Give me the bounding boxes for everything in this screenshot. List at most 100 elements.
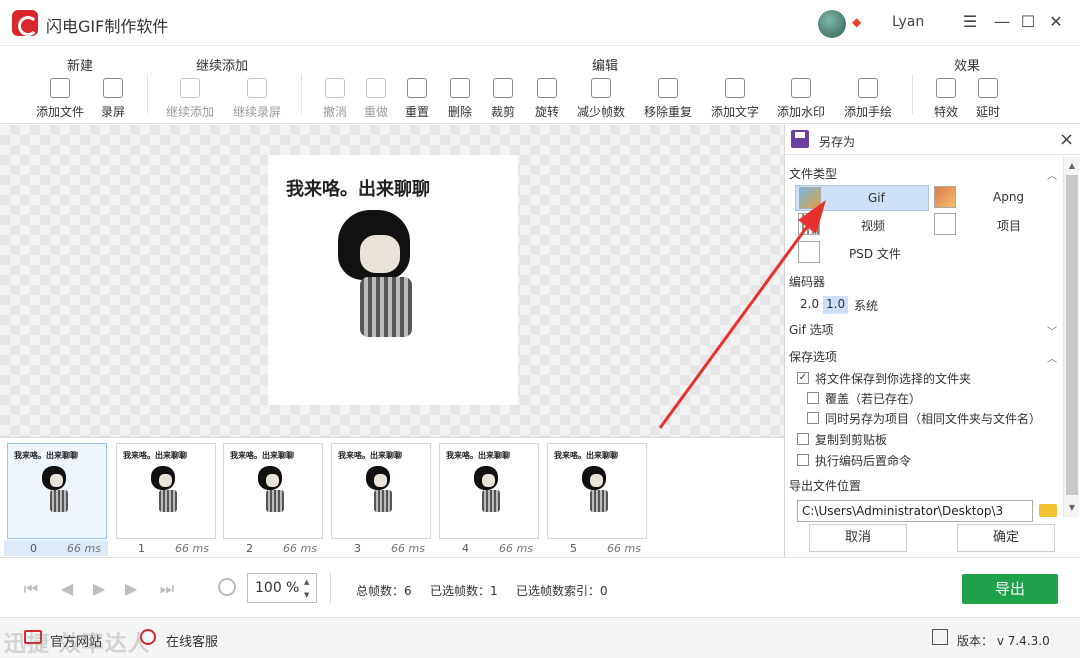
group-label-edit: 编辑 (592, 59, 619, 74)
file-type-apng[interactable]: Apng (931, 185, 1057, 211)
last-frame-icon[interactable]: ⏭ (158, 580, 176, 598)
frame-duration: 66 ms (175, 542, 209, 555)
zoom-down-icon[interactable]: ▼ (304, 591, 309, 599)
continue-record-button[interactable]: 继续录屏 (229, 76, 285, 120)
scroll-down-icon[interactable]: ▼ (1066, 501, 1078, 515)
frame-index: 4 (462, 542, 469, 555)
meme-figure-body (360, 277, 412, 337)
add-watermark-button[interactable]: 添加水印 (773, 76, 829, 120)
project-file-icon (934, 213, 956, 235)
zoom-icon (218, 578, 236, 596)
frame-thumbnail[interactable]: 我来咯。出来聊聊 (7, 443, 107, 539)
encoder-option-system[interactable]: 系统 (851, 296, 881, 314)
frame-duration: 66 ms (67, 542, 101, 555)
remove-duplicates-button[interactable]: 移除重复 (640, 76, 696, 120)
panel-scrollbar[interactable]: ▲ ▼ (1063, 157, 1079, 517)
save-as-project-checkbox[interactable] (807, 412, 819, 424)
record-button[interactable]: 录屏 (85, 76, 141, 120)
scroll-thumb[interactable] (1066, 175, 1078, 495)
frame-thumbnail[interactable]: 我来咯。出来聊聊 (116, 443, 216, 539)
frames-strip: 我来咯。出来聊聊 0 66 ms 我来咯。出来聊聊 1 66 ms 我来咯。出来… (0, 437, 784, 557)
text-icon (725, 78, 745, 98)
save-options-label: 保存选项 (789, 350, 838, 364)
post-command-checkbox[interactable] (797, 454, 809, 466)
overwrite-checkbox[interactable] (807, 392, 819, 404)
group-label-continue: 继续添加 (196, 59, 249, 74)
save-to-folder-label: 将文件保存到你选择的文件夹 (815, 372, 972, 386)
toolbar-divider (912, 74, 913, 114)
export-button[interactable]: 导出 (962, 574, 1058, 604)
selected-frames: 已选帧数：1 (430, 584, 498, 598)
preview-canvas[interactable]: 我来咯。出来聊聊 (0, 125, 784, 437)
frame-thumbnail[interactable]: 我来咯。出来聊聊 (331, 443, 431, 539)
group-label-new: 新建 (67, 59, 94, 74)
previous-frame-icon[interactable]: ◀ (58, 580, 76, 598)
support-link[interactable]: 在线客服 (166, 631, 218, 650)
status-bar: 官方网站 在线客服 迅捷 效率达人 版本： v 7.4.3.0 (0, 617, 1080, 658)
encoder-option-2[interactable]: 2.0 (797, 296, 822, 314)
add-drawing-button[interactable]: 添加手绘 (840, 76, 896, 120)
watermark-icon (791, 78, 811, 98)
meme-figure-face (360, 235, 400, 273)
save-to-folder-checkbox[interactable]: ✓ (797, 372, 809, 384)
film-icon (798, 213, 820, 235)
maximize-button[interactable]: ☐ (1018, 12, 1038, 32)
folder-icon[interactable] (1039, 504, 1057, 517)
playback-controls: ⏮ ◀ ▶ ▶ ⏭ 100 % ▲ ▼ 总帧数：6 已选帧数：1 已选帧数索引：… (0, 557, 1080, 617)
app-title: 闪电GIF制作软件 (46, 17, 169, 36)
title-bar: 闪电GIF制作软件 ◆ Lyan ☰ — ☐ ✕ (0, 0, 1080, 46)
avatar[interactable] (818, 10, 846, 38)
frame-thumbnail[interactable]: 我来咯。出来聊聊 (547, 443, 647, 539)
file-type-gif[interactable]: Gif (795, 185, 929, 211)
effects-icon (936, 78, 956, 98)
rotate-button[interactable]: 旋转 (519, 76, 575, 120)
confirm-button[interactable]: 确定 (957, 524, 1055, 552)
reduce-frames-button[interactable]: 减少帧数 (573, 76, 629, 120)
cancel-button[interactable]: 取消 (809, 524, 907, 552)
remove-duplicates-icon (658, 78, 678, 98)
continue-add-button[interactable]: 继续添加 (162, 76, 218, 120)
close-button[interactable]: ✕ (1046, 12, 1066, 32)
file-type-video[interactable]: 视频 (795, 212, 929, 238)
play-icon[interactable]: ▶ (90, 580, 108, 598)
copy-clipboard-checkbox[interactable] (797, 433, 809, 445)
frame-thumbnail[interactable]: 我来咯。出来聊聊 (439, 443, 539, 539)
record-icon (103, 78, 123, 98)
file-type-psd[interactable]: PSD 文件 (795, 240, 929, 266)
group-label-effects: 效果 (954, 59, 981, 74)
vip-gem-icon: ◆ (852, 15, 862, 29)
chevron-up-icon[interactable]: ︿ (1047, 167, 1057, 182)
update-icon[interactable] (932, 629, 948, 645)
controls-divider (330, 572, 331, 604)
zoom-up-icon[interactable]: ▲ (304, 578, 309, 586)
encoder-label: 编码器 (789, 275, 826, 289)
menu-button[interactable]: ☰ (960, 12, 980, 32)
add-file-button[interactable]: 添加文件 (32, 76, 88, 120)
panel-close-icon[interactable]: × (1059, 129, 1074, 150)
frame-index: 1 (138, 542, 145, 555)
encoder-option-1[interactable]: 1.0 (823, 296, 849, 314)
export-path-input[interactable]: C:\Users\Administrator\Desktop\3 (797, 500, 1033, 522)
gif-options-label[interactable]: Gif 选项 (789, 321, 834, 338)
zoom-input[interactable]: 100 % ▲ ▼ (247, 573, 317, 603)
selected-frame-index: 已选帧数索引：0 (516, 584, 608, 598)
username[interactable]: Lyan (892, 14, 924, 30)
total-frames: 总帧数：6 (356, 584, 412, 598)
frame-index: 5 (570, 542, 577, 555)
delay-button[interactable]: 延时 (960, 76, 1016, 120)
panel-title: 另存为 (819, 135, 856, 149)
scroll-up-icon[interactable]: ▲ (1066, 159, 1078, 173)
file-type-project[interactable]: 项目 (931, 212, 1057, 238)
pencil-icon (858, 78, 878, 98)
next-frame-icon[interactable]: ▶ (122, 580, 140, 598)
overwrite-label: 覆盖（若已存在） (825, 392, 922, 406)
apng-image-icon (934, 186, 956, 208)
chevron-down-icon[interactable]: ﹀ (1047, 323, 1057, 338)
first-frame-icon[interactable]: ⏮ (22, 580, 40, 598)
add-text-button[interactable]: 添加文字 (707, 76, 763, 120)
chevron-up-icon[interactable]: ︿ (1047, 350, 1057, 365)
minimize-button[interactable]: — (992, 12, 1012, 32)
save-as-project-label: 同时另存为项目（相同文件夹与文件名） (825, 412, 1042, 426)
frame-thumbnail[interactable]: 我来咯。出来聊聊 (223, 443, 323, 539)
frame-index: 0 (30, 542, 37, 555)
